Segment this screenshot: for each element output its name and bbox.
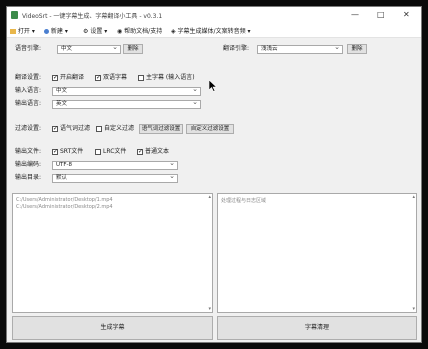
title-bar: VideoSrt - 一键字幕生成、字幕翻译小工具 - v0.3.1 — □ ✕	[7, 7, 421, 23]
minimize-icon[interactable]: —	[351, 10, 359, 19]
input-language-label: 输入语言:	[15, 87, 42, 94]
chevron-down-icon: ▾	[31, 28, 35, 35]
menu-settings-label: 设置	[90, 28, 103, 35]
menu-help-label: 帮助文档/支持	[124, 28, 163, 35]
translate-settings-label: 翻译设置:	[15, 74, 42, 81]
mood-filter-settings-button[interactable]: 语气词过滤设置	[139, 124, 183, 134]
lrc-checkbox[interactable]	[95, 149, 101, 155]
filter-settings-label: 过滤设置:	[15, 125, 42, 132]
enable-translate-label: 开启翻译	[60, 74, 85, 81]
output-files-label: 输出文件:	[15, 148, 42, 155]
file-path-1: C:/Users/Administrator/Desktop/1.mp4	[16, 197, 113, 203]
main-subtitle-label: 主字幕 (输入语言)	[146, 74, 195, 81]
scroll-down-icon[interactable]: ▾	[208, 306, 211, 312]
scroll-up-icon[interactable]: ▴	[208, 194, 211, 200]
file-path-2: C:/Users/Administrator/Desktop/2.mp4	[16, 204, 113, 210]
log-box[interactable]: 处理过程与日志区域 ▴ ▾	[217, 193, 417, 313]
scroll-down-icon[interactable]: ▾	[412, 306, 415, 312]
encoding-select[interactable]: UTF-8	[52, 160, 178, 170]
enable-translate-checkbox[interactable]: ✓	[52, 75, 58, 81]
output-dir-select[interactable]: 默认	[52, 173, 178, 183]
translate-engine-label: 翻译引擎:	[223, 45, 250, 52]
speech-engine-delete-button[interactable]: 删除	[123, 44, 143, 54]
chevron-down-icon: ▾	[247, 28, 251, 35]
chevron-down-icon: ▾	[104, 28, 108, 35]
menu-media-label: 字幕生成媒体/文案转音频	[177, 28, 246, 35]
output-dir-label: 输出目录:	[15, 174, 42, 181]
close-icon[interactable]: ✕	[403, 10, 410, 19]
window-title: VideoSrt - 一键字幕生成、字幕翻译小工具 - v0.3.1	[22, 13, 163, 20]
lrc-label: LRC文件	[103, 148, 127, 155]
menu-new[interactable]: 新建 ▾	[44, 26, 68, 35]
mouse-cursor-icon	[208, 79, 218, 94]
menu-new-label: 新建	[50, 28, 63, 35]
output-language-select[interactable]: 英文	[52, 99, 201, 109]
help-icon: ◉	[117, 28, 123, 35]
srt-label: SRT文件	[60, 148, 84, 155]
menu-open[interactable]: 打开 ▾	[10, 26, 35, 35]
media-icon: ◈	[171, 28, 176, 35]
file-list-box[interactable]: C:/Users/Administrator/Desktop/1.mp4 C:/…	[12, 193, 213, 313]
txt-label: 普通文本	[145, 148, 170, 155]
speech-engine-select[interactable]: 中文	[57, 44, 121, 54]
custom-filter-settings-button[interactable]: 自定义过滤设置	[186, 124, 234, 134]
input-language-select[interactable]: 中文	[52, 86, 201, 96]
log-placeholder: 处理过程与日志区域	[221, 198, 267, 204]
menu-open-label: 打开	[17, 28, 30, 35]
generate-subtitle-button[interactable]: 生成字幕	[12, 316, 213, 340]
app-window: VideoSrt - 一键字幕生成、字幕翻译小工具 - v0.3.1 — □ ✕…	[6, 6, 422, 343]
main-subtitle-checkbox[interactable]	[138, 75, 144, 81]
folder-icon	[10, 29, 16, 34]
menu-media[interactable]: ◈ 字幕生成媒体/文案转音频 ▾	[171, 26, 251, 35]
srt-checkbox[interactable]: ✓	[52, 149, 58, 155]
clear-subtitle-button[interactable]: 字幕清理	[217, 316, 417, 340]
output-language-label: 输出语言:	[15, 100, 42, 107]
menu-settings[interactable]: ⚙ 设置 ▾	[83, 26, 107, 35]
encoding-label: 输出编码:	[15, 161, 42, 168]
mood-filter-label: 语气词过滤	[60, 125, 91, 132]
chevron-down-icon: ▾	[64, 28, 68, 35]
new-icon	[44, 29, 49, 34]
translate-engine-delete-button[interactable]: 删除	[347, 44, 367, 54]
scroll-up-icon[interactable]: ▴	[412, 194, 415, 200]
menu-help[interactable]: ◉ 帮助文档/支持	[117, 26, 162, 35]
mood-filter-checkbox[interactable]: ✓	[52, 126, 58, 132]
speech-engine-label: 语音引擎:	[15, 45, 42, 52]
custom-filter-label: 自定义过滤	[104, 125, 135, 132]
maximize-icon[interactable]: □	[377, 10, 385, 19]
translate-engine-select[interactable]: 浅浅云	[257, 44, 343, 54]
menu-bar: 打开 ▾ 新建 ▾ ⚙ 设置 ▾ ◉ 帮助文档/支持 ◈ 字幕生成媒体/文案转音…	[7, 23, 421, 38]
bilingual-label: 双语字幕	[103, 74, 128, 81]
bilingual-checkbox[interactable]: ✓	[95, 75, 101, 81]
txt-checkbox[interactable]: ✓	[137, 149, 143, 155]
gear-icon: ⚙	[83, 28, 89, 35]
app-icon	[11, 11, 18, 19]
custom-filter-checkbox[interactable]	[96, 126, 102, 132]
